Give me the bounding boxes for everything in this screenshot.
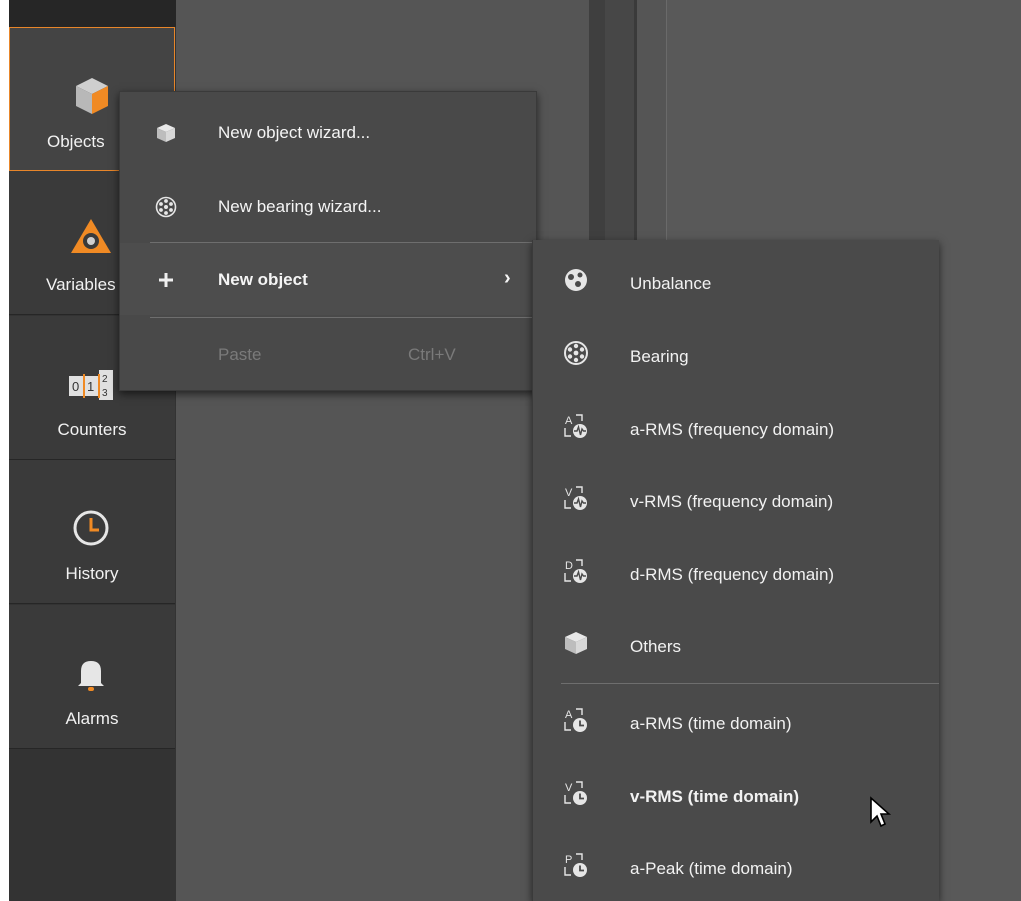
submenu-item-label: a-RMS (time domain): [630, 714, 792, 733]
bell-icon: [78, 661, 104, 691]
submenu-item-label: v-RMS (frequency domain): [630, 492, 834, 511]
a-rms-time-icon: A: [564, 708, 587, 732]
d-rms-frequency-icon: D: [564, 559, 587, 583]
application-window: Objects Variables 0 1 2 3 Counters Histo…: [9, 0, 1021, 901]
sidebar-item-label: History: [65, 564, 119, 583]
bearing-icon: [564, 341, 588, 365]
submenu-item-bearing[interactable]: Bearing: [533, 317, 939, 389]
mouse-cursor-icon: [870, 796, 892, 828]
counter-digits-icon: 0 1 2 3: [69, 370, 113, 400]
menu-item-label: Paste: [218, 345, 262, 364]
unbalance-icon: [565, 269, 587, 291]
sidebar-item-history[interactable]: History: [9, 460, 175, 604]
submenu-item-d-rms-frequency[interactable]: D d-RMS (frequency domain): [533, 535, 939, 607]
v-rms-frequency-icon: V: [564, 486, 587, 510]
svg-text:1: 1: [87, 379, 94, 394]
sidebar-item-label: Alarms: [65, 709, 119, 728]
submenu-item-label: a-RMS (frequency domain): [630, 420, 835, 439]
svg-text:3: 3: [102, 388, 108, 399]
clock-icon: [73, 510, 109, 546]
menu-item-label: New object wizard...: [218, 123, 371, 142]
submenu-item-label: Others: [630, 637, 682, 656]
submenu-item-label: d-RMS (frequency domain): [630, 565, 835, 584]
svg-text:V: V: [565, 782, 573, 794]
svg-text:2: 2: [102, 374, 108, 385]
cube-icon: [157, 124, 175, 142]
submenu-item-label: v-RMS (time domain): [630, 787, 800, 806]
submenu-item-v-rms-frequency[interactable]: V v-RMS (frequency domain): [533, 462, 939, 534]
menu-item-label: New object: [218, 270, 308, 289]
submenu-item-label: Bearing: [630, 347, 689, 366]
context-menu: New object wizard... New bearing wizard.…: [119, 91, 537, 391]
bearing-icon: [155, 196, 177, 218]
menu-item-new-object[interactable]: New object ›: [120, 243, 536, 315]
menu-item-new-bearing-wizard[interactable]: New bearing wizard...: [120, 170, 536, 242]
cube-orange-icon: [76, 78, 108, 114]
submenu-item-unbalance[interactable]: Unbalance: [533, 244, 939, 316]
menu-item-shortcut: Ctrl+V: [408, 345, 456, 364]
submenu-item-label: Unbalance: [630, 274, 712, 293]
svg-text:A: A: [565, 415, 573, 427]
menu-item-new-object-wizard[interactable]: New object wizard...: [120, 96, 536, 168]
svg-text:A: A: [565, 709, 573, 721]
sidebar-header: [9, 0, 176, 27]
sidebar-item-label: Counters: [57, 420, 127, 439]
cube-icon: [565, 632, 587, 654]
menu-item-label: New bearing wizard...: [218, 197, 382, 216]
variables-icon: [71, 219, 111, 253]
svg-text:0: 0: [72, 379, 79, 394]
sidebar-item-alarms[interactable]: Alarms: [9, 605, 175, 749]
chevron-right-icon: ›: [504, 267, 511, 289]
submenu-item-a-rms-time[interactable]: A a-RMS (time domain): [533, 684, 939, 756]
a-peak-time-icon: P: [564, 853, 587, 877]
a-rms-frequency-icon: A: [564, 414, 587, 438]
svg-text:V: V: [565, 487, 573, 499]
submenu-item-others[interactable]: Others: [533, 607, 939, 679]
svg-text:P: P: [565, 854, 572, 866]
submenu-item-a-rms-frequency[interactable]: A a-RMS (frequency domain): [533, 390, 939, 462]
sidebar-empty-area: [9, 749, 175, 901]
submenu-item-a-peak-time[interactable]: P a-Peak (time domain): [533, 829, 939, 901]
svg-text:D: D: [565, 560, 573, 572]
menu-item-paste[interactable]: Paste Ctrl+V: [120, 318, 536, 390]
plus-icon: [159, 273, 173, 287]
submenu-item-label: a-Peak (time domain): [630, 859, 793, 878]
v-rms-time-icon: V: [564, 781, 587, 805]
